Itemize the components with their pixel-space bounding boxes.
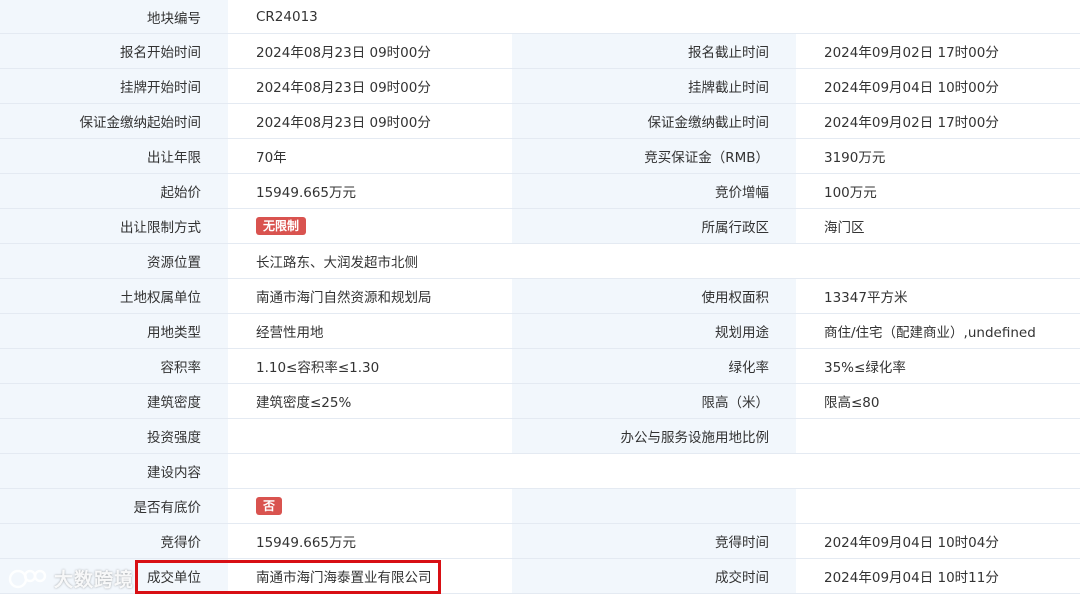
field-label: 建筑密度 bbox=[0, 384, 228, 418]
field-label: 挂牌开始时间 bbox=[0, 69, 228, 103]
field-value: 35%≤绿化率 bbox=[796, 349, 1080, 383]
field-value: 无限制 bbox=[228, 209, 512, 243]
table-row: 用地类型 经营性用地 规划用途 商住/住宅（配建商业）,undefined bbox=[0, 314, 1080, 349]
field-label: 规划用途 bbox=[512, 314, 796, 348]
field-label: 资源位置 bbox=[0, 244, 228, 278]
table-row: 容积率 1.10≤容积率≤1.30 绿化率 35%≤绿化率 bbox=[0, 349, 1080, 384]
field-value: 海门区 bbox=[796, 209, 1080, 243]
field-value: 长江路东、大润发超市北侧 bbox=[228, 244, 1080, 278]
field-value: 经营性用地 bbox=[228, 314, 512, 348]
watermark: 大数跨境 bbox=[8, 565, 134, 592]
table-row: 土地权属单位 南通市海门自然资源和规划局 使用权面积 13347平方米 bbox=[0, 279, 1080, 314]
field-value: 70年 bbox=[228, 139, 512, 173]
field-label: 地块编号 bbox=[0, 0, 228, 33]
field-label: 起始价 bbox=[0, 174, 228, 208]
field-label: 保证金缴纳起始时间 bbox=[0, 104, 228, 138]
field-value: 2024年09月04日 10时00分 bbox=[796, 69, 1080, 103]
table-row: 地块编号 CR24013 bbox=[0, 0, 1080, 34]
restriction-badge: 无限制 bbox=[256, 217, 307, 235]
field-value: 3190万元 bbox=[796, 139, 1080, 173]
field-value bbox=[796, 419, 1080, 453]
field-label: 出让年限 bbox=[0, 139, 228, 173]
field-value: 2024年09月02日 17时00分 bbox=[796, 104, 1080, 138]
field-value: CR24013 bbox=[228, 0, 1080, 33]
field-label: 成交时间 bbox=[512, 559, 796, 593]
field-label: 容积率 bbox=[0, 349, 228, 383]
field-value: 2024年08月23日 09时00分 bbox=[228, 69, 512, 103]
field-label: 出让限制方式 bbox=[0, 209, 228, 243]
field-label: 限高（米） bbox=[512, 384, 796, 418]
land-info-table: 地块编号 CR24013 报名开始时间 2024年08月23日 09时00分 报… bbox=[0, 0, 1080, 594]
table-row: 建设内容 bbox=[0, 454, 1080, 489]
field-label: 保证金缴纳截止时间 bbox=[512, 104, 796, 138]
field-label: 绿化率 bbox=[512, 349, 796, 383]
field-label: 挂牌截止时间 bbox=[512, 69, 796, 103]
field-value bbox=[228, 419, 512, 453]
field-label: 竞买保证金（RMB） bbox=[512, 139, 796, 173]
field-value: 限高≤80 bbox=[796, 384, 1080, 418]
field-value: 2024年08月23日 09时00分 bbox=[228, 104, 512, 138]
field-label: 报名截止时间 bbox=[512, 34, 796, 68]
field-label: 投资强度 bbox=[0, 419, 228, 453]
field-label: 使用权面积 bbox=[512, 279, 796, 313]
table-row: 是否有底价 否 bbox=[0, 489, 1080, 524]
table-row: 资源位置 长江路东、大润发超市北侧 bbox=[0, 244, 1080, 279]
watermark-text: 大数跨境 bbox=[54, 569, 135, 591]
field-label: 所属行政区 bbox=[512, 209, 796, 243]
watermark-logo-icon bbox=[8, 569, 47, 588]
field-value: 1.10≤容积率≤1.30 bbox=[228, 349, 512, 383]
field-value: 南通市海门自然资源和规划局 bbox=[228, 279, 512, 313]
table-row: 挂牌开始时间 2024年08月23日 09时00分 挂牌截止时间 2024年09… bbox=[0, 69, 1080, 104]
field-value bbox=[228, 454, 1080, 488]
field-value: 15949.665万元 bbox=[228, 174, 512, 208]
field-label: 竞价增幅 bbox=[512, 174, 796, 208]
table-row: 竞得价 15949.665万元 竞得时间 2024年09月04日 10时04分 bbox=[0, 524, 1080, 559]
field-value: 商住/住宅（配建商业）,undefined bbox=[796, 314, 1080, 348]
field-value bbox=[796, 489, 1080, 523]
table-row: 起始价 15949.665万元 竞价增幅 100万元 bbox=[0, 174, 1080, 209]
table-row: 保证金缴纳起始时间 2024年08月23日 09时00分 保证金缴纳截止时间 2… bbox=[0, 104, 1080, 139]
field-value: 2024年09月04日 10时11分 bbox=[796, 559, 1080, 593]
field-label: 竞得价 bbox=[0, 524, 228, 558]
field-value: 2024年08月23日 09时00分 bbox=[228, 34, 512, 68]
field-value: 13347平方米 bbox=[796, 279, 1080, 313]
table-row: 建筑密度 建筑密度≤25% 限高（米） 限高≤80 bbox=[0, 384, 1080, 419]
field-label: 土地权属单位 bbox=[0, 279, 228, 313]
field-value: 否 bbox=[228, 489, 512, 523]
highlight-box bbox=[135, 560, 441, 594]
field-label: 竞得时间 bbox=[512, 524, 796, 558]
table-row: 出让年限 70年 竞买保证金（RMB） 3190万元 bbox=[0, 139, 1080, 174]
reserve-price-badge: 否 bbox=[256, 497, 283, 515]
table-row: 报名开始时间 2024年08月23日 09时00分 报名截止时间 2024年09… bbox=[0, 34, 1080, 69]
table-row: 出让限制方式 无限制 所属行政区 海门区 bbox=[0, 209, 1080, 244]
field-label: 用地类型 bbox=[0, 314, 228, 348]
field-value: 100万元 bbox=[796, 174, 1080, 208]
field-value: 15949.665万元 bbox=[228, 524, 512, 558]
field-label: 是否有底价 bbox=[0, 489, 228, 523]
field-value: 建筑密度≤25% bbox=[228, 384, 512, 418]
table-row: 投资强度 办公与服务设施用地比例 bbox=[0, 419, 1080, 454]
field-label: 报名开始时间 bbox=[0, 34, 228, 68]
field-value: 2024年09月02日 17时00分 bbox=[796, 34, 1080, 68]
field-label bbox=[512, 489, 796, 523]
field-label: 建设内容 bbox=[0, 454, 228, 488]
field-label: 办公与服务设施用地比例 bbox=[512, 419, 796, 453]
field-value: 2024年09月04日 10时04分 bbox=[796, 524, 1080, 558]
